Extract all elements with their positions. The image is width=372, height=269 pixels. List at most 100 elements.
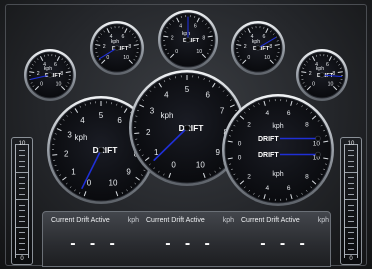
meter-tick	[348, 243, 354, 244]
gauge-tick-label: 2	[309, 71, 312, 77]
readout-panel: Current Drift Active kph - - - Current D…	[42, 211, 331, 267]
gauge-tick-label: 6	[117, 116, 122, 125]
gauge-unit: kph	[44, 66, 52, 72]
gauge-unit: kph	[182, 31, 190, 37]
left-meter-max-label: 10	[18, 141, 26, 147]
meter-tick	[345, 199, 357, 200]
gauge-face	[224, 96, 332, 204]
gauge-label: DRIFT	[183, 38, 200, 44]
gauge-tick-label: 10	[196, 160, 205, 169]
right-level-meter: 10 0	[340, 137, 362, 265]
gauge-tick	[134, 132, 140, 135]
meter-tick	[16, 254, 28, 255]
meter-tick	[19, 166, 25, 167]
gauge-tick-label: 0	[171, 160, 176, 169]
gauge-tick-label: 10	[196, 49, 202, 55]
readout-1: Current Drift Active kph - - -	[43, 212, 139, 268]
gauge-tick-label: 2	[146, 128, 151, 137]
meter-tick	[348, 248, 354, 250]
readout-unit: kph	[317, 217, 329, 224]
meter-tick	[348, 193, 354, 195]
gauge-hub	[319, 72, 325, 78]
gauge-tick-label: 0	[87, 179, 92, 188]
gauge-tick-label: 3	[67, 130, 72, 139]
gauge-tick-label: 6	[262, 34, 265, 40]
meter-tick	[348, 237, 354, 239]
meter-tick	[348, 160, 354, 162]
meter-tick	[19, 243, 25, 244]
left-level-meter: 10 0	[11, 137, 33, 265]
gauge-hub	[255, 45, 261, 51]
meter-tick	[19, 248, 25, 250]
meter-tick	[19, 188, 25, 189]
gauge-tick-label: 6	[54, 62, 57, 68]
gauge-hub	[183, 124, 191, 132]
readout-2: Current Drift Active kph - - -	[138, 212, 234, 268]
gauge-tick-label: 6	[194, 24, 197, 30]
gauge-label: DRIFT	[258, 136, 279, 143]
right-meter-scale	[344, 144, 358, 258]
meter-tick	[16, 199, 28, 200]
gauge-tick-label: 2	[64, 149, 69, 158]
meter-tick	[348, 177, 354, 178]
gauge-hub	[315, 135, 321, 142]
gauge-tick-label: 10	[56, 81, 62, 87]
readout-value: - - -	[259, 237, 309, 252]
gauge-tick-label: 8	[128, 44, 131, 50]
gauge-unit: kph	[75, 133, 88, 142]
gauge-tick-label: 2	[244, 44, 247, 50]
gauge-hub	[47, 72, 53, 78]
instrument-panel: 0 2 4 6 8 10 kph DRIFT 0 2 4 6 8 10 kph DRIFT 0 2 4 6 8 10 kph…	[0, 0, 372, 269]
gauge-tick-label: 6	[287, 185, 291, 192]
gauge-tick-label: 5	[99, 111, 104, 120]
meter-tick	[348, 232, 354, 233]
gauge-small-3: 0 24 68 10 kphDRIFT	[158, 10, 218, 70]
readout-value: - - -	[69, 237, 119, 252]
gauge-unit: kph	[161, 111, 174, 120]
gauge-tick-label: 0	[40, 81, 43, 87]
gauge-unit: kph	[316, 66, 324, 72]
meter-tick	[19, 193, 25, 195]
gauge-tick-label: 10	[313, 141, 321, 148]
readout-label: Current Drift Active	[241, 217, 300, 224]
gauge-tick-label: 10	[109, 179, 118, 188]
gauge-tick-label: 2	[247, 121, 251, 128]
right-meter-min-label: 0	[349, 256, 353, 262]
gauge-label: DRIFT	[253, 46, 270, 52]
gauge-tick-label: 2	[171, 35, 174, 41]
gauge-tick-label: 8	[305, 174, 309, 181]
readout-label: Current Drift Active	[51, 217, 110, 224]
meter-tick	[348, 210, 354, 211]
meter-tick	[19, 232, 25, 233]
gauge-hub	[114, 45, 120, 51]
gauge-dual-right: 024 6810024 6810kphkphDRIFTDRIFT	[222, 94, 334, 206]
gauge-unit: kph	[272, 123, 283, 130]
gauge-small-2: 024 6810kphDRIFT	[90, 21, 144, 75]
meter-tick	[348, 204, 354, 206]
gauge-tick-label: 0	[247, 55, 250, 61]
gauge-cluster: 024 6810kphDRIFT024 6810kphDRIFT024 6810kph…	[24, 10, 348, 206]
gauge-tick-label: 9	[126, 167, 131, 176]
gauge-small-1: 024 6810kphDRIFT	[24, 49, 76, 101]
readout-value: - - -	[164, 237, 214, 252]
meter-tick	[19, 182, 25, 184]
right-meter-max-label: 10	[347, 141, 355, 147]
gauge-tick-label: 6	[287, 110, 291, 117]
meter-tick	[348, 188, 354, 189]
gauge-tick-label: 6	[121, 34, 124, 40]
gauge-tick-label: 2	[247, 174, 251, 181]
gauge-small-5: 024 6810kphDRIFT	[296, 49, 348, 101]
gauge-tick-label: 4	[164, 91, 169, 100]
gauge-tick-label: 2	[37, 71, 40, 77]
meter-tick	[16, 171, 28, 173]
gauge-tick-label: 1	[71, 167, 76, 176]
readout-label: Current Drift Active	[146, 217, 205, 224]
gauge-tick-label: 0	[312, 81, 315, 87]
gauge-hub	[185, 37, 191, 43]
left-meter-min-label: 0	[20, 256, 24, 262]
gauge-unit: kph	[252, 39, 260, 45]
meter-tick	[19, 155, 25, 156]
gauge-tick-label: 5	[185, 85, 190, 94]
meter-tick	[345, 226, 357, 228]
meter-tick	[345, 254, 357, 255]
